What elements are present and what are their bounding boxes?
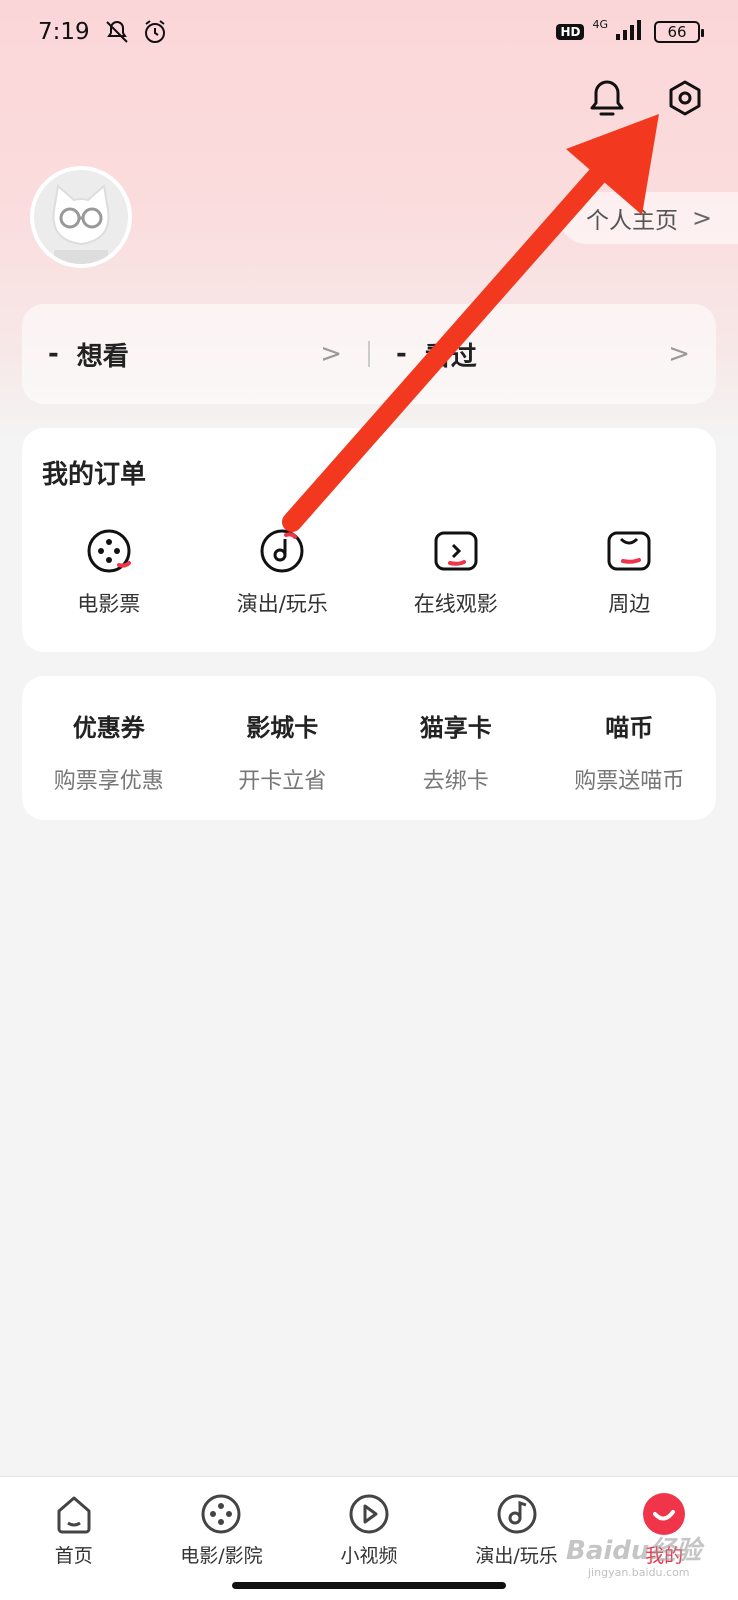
benefit-subtitle: 开卡立省	[238, 769, 327, 794]
play-circle-icon	[346, 1491, 392, 1537]
seen-label: 看过	[424, 341, 477, 372]
benefit-title: 影城卡	[246, 714, 319, 742]
home-icon	[51, 1491, 97, 1537]
chevron-right-icon: >	[668, 339, 690, 369]
film-reel-icon	[198, 1491, 244, 1537]
order-label: 电影票	[77, 592, 141, 616]
watch-stats-card: - 想看 > - 看过 >	[22, 304, 716, 404]
want-label: 想看	[76, 341, 129, 372]
status-bar: 7:19 HD 4G 66	[0, 0, 738, 64]
network-type: 4G	[592, 17, 608, 31]
music-disc-icon	[257, 526, 307, 576]
tab-label: 首页	[54, 1545, 93, 1567]
order-online-viewing[interactable]: 在线观影	[369, 526, 543, 618]
want-count: -	[48, 339, 59, 369]
watermark-url: jingyan.baidu.com	[588, 1566, 690, 1579]
benefits-card: 优惠券 购票享优惠 影城卡 开卡立省 猫享卡 去绑卡 喵币 购票送喵币	[22, 676, 716, 820]
benefit-subtitle: 购票享优惠	[53, 769, 164, 794]
status-time: 7:19	[38, 19, 90, 45]
watched[interactable]: - 看过 >	[370, 336, 716, 373]
home-indicator[interactable]	[232, 1582, 506, 1589]
order-movie-ticket[interactable]: 电影票	[22, 526, 196, 618]
mute-icon	[102, 17, 132, 47]
film-reel-icon	[84, 526, 134, 576]
baidu-watermark: Baidu经验	[566, 1536, 702, 1566]
chevron-right-icon: >	[320, 339, 342, 369]
order-show-play[interactable]: 演出/玩乐	[196, 526, 370, 618]
order-label: 在线观影	[413, 592, 498, 616]
tab-label: 小视频	[340, 1545, 398, 1567]
seen-count: -	[396, 339, 407, 369]
chevron-right-icon: >	[692, 204, 713, 232]
status-indicators: HD 4G 66	[556, 17, 704, 46]
my-orders-card: 我的订单 电影票 演出/玩乐 在线观影 周边	[22, 428, 716, 652]
tab-label: 电影/影院	[180, 1545, 263, 1567]
benefit-subtitle: 购票送喵币	[574, 769, 685, 794]
battery-indicator: 66	[654, 21, 704, 43]
signal-icon	[616, 18, 646, 46]
benefit-coupon[interactable]: 优惠券 购票享优惠	[22, 676, 196, 820]
play-screen-icon	[431, 526, 481, 576]
orders-row: 电影票 演出/玩乐 在线观影 周边	[22, 526, 716, 618]
benefit-title: 优惠券	[72, 714, 145, 742]
want-to-watch[interactable]: - 想看 >	[22, 336, 368, 373]
benefit-title: 喵币	[605, 714, 654, 742]
benefit-cinema-card[interactable]: 影城卡 开卡立省	[196, 676, 370, 820]
tab-home[interactable]: 首页	[0, 1477, 148, 1600]
music-disc-icon	[494, 1491, 540, 1537]
order-label: 周边	[608, 592, 651, 616]
avatar[interactable]	[30, 166, 132, 268]
hd-badge: HD	[556, 24, 585, 40]
bag-icon	[604, 526, 654, 576]
order-merchandise[interactable]: 周边	[543, 526, 717, 618]
order-label: 演出/玩乐	[236, 592, 328, 616]
alarm-icon	[140, 17, 170, 47]
benefit-subtitle: 去绑卡	[422, 769, 489, 794]
benefit-cat-card[interactable]: 猫享卡 去绑卡	[369, 676, 543, 820]
settings-gear-icon[interactable]	[665, 78, 705, 118]
tab-label: 演出/玩乐	[475, 1545, 558, 1567]
orders-title: 我的订单	[42, 460, 147, 490]
bell-icon[interactable]	[587, 78, 627, 118]
profile-link-label: 个人主页	[586, 208, 678, 234]
benefit-meow-coin[interactable]: 喵币 购票送喵币	[543, 676, 717, 820]
benefit-title: 猫享卡	[419, 714, 492, 742]
profile-page-link[interactable]: 个人主页 >	[560, 192, 738, 244]
